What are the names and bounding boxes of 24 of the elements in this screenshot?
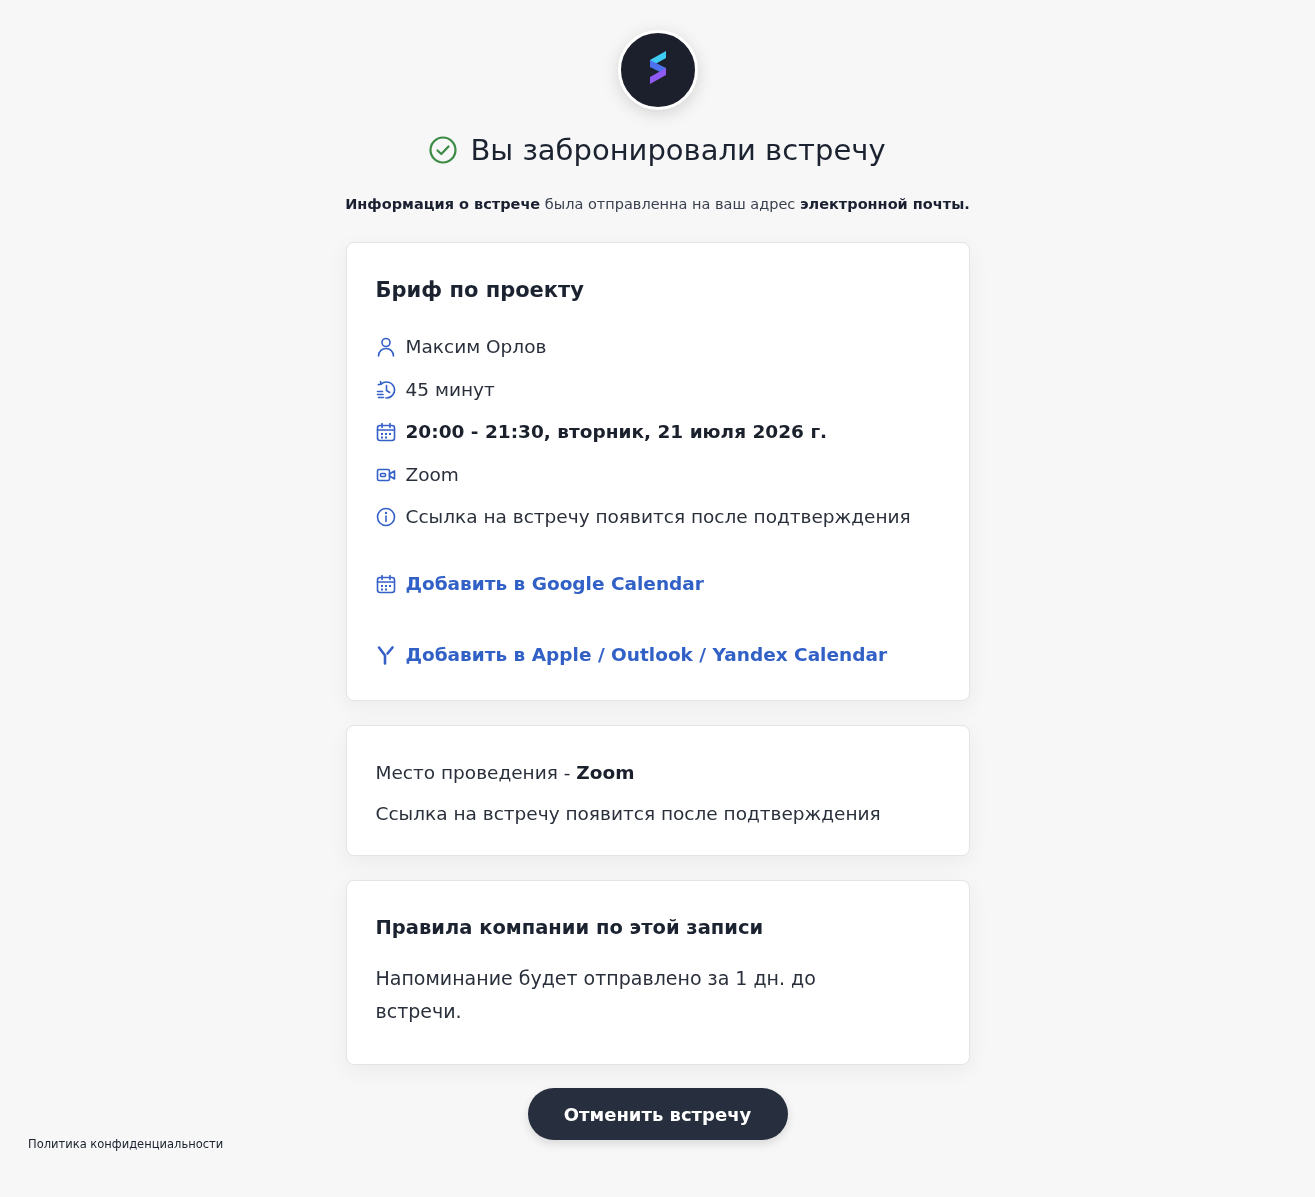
calendar-icon (375, 422, 396, 442)
clock-icon (375, 379, 396, 400)
reminder-text: Напоминание будет отправлено за 1 дн. до встречи. (375, 966, 817, 1024)
person-icon (375, 337, 396, 357)
calendar-icon (375, 574, 396, 594)
logo-icon (617, 30, 698, 110)
info-icon (375, 507, 396, 527)
location-label: Место проведения - Zoom (375, 761, 636, 785)
link-note: Ссылка на встречу появится после подтверждения (405, 505, 911, 529)
organizer-name: Максим Орлов (405, 335, 547, 359)
cancel-button[interactable]: Отменить встречу (527, 1088, 788, 1140)
date-time-text: 20:00 - 21:30, вторник, 21 июля 2026 г. (405, 420, 828, 444)
confirmation-title: Вы забронировали встречу (470, 132, 886, 168)
policy-title: Правила компании по этой записи (375, 915, 765, 941)
link-note: Ссылка на встречу появится после подтверждения (375, 802, 882, 826)
check-circle-icon (429, 136, 458, 164)
y-mark-icon (375, 645, 396, 665)
event-title: Бриф по проекту (375, 277, 585, 304)
duration-text: 45 минут (405, 377, 495, 402)
privacy-link[interactable]: Политика конфиденциальности (28, 1137, 224, 1151)
confirmation-message: Информация о встрече была отправленна на ваш адрес электронной почты. (345, 195, 970, 214)
add-to-calendar-link[interactable]: Добавить в Google Calendar (375, 569, 704, 599)
platform-name: Zoom (405, 462, 459, 487)
add-to-calendar-link[interactable]: Добавить в Apple / Outlook / Yandex Calendar (375, 640, 888, 670)
